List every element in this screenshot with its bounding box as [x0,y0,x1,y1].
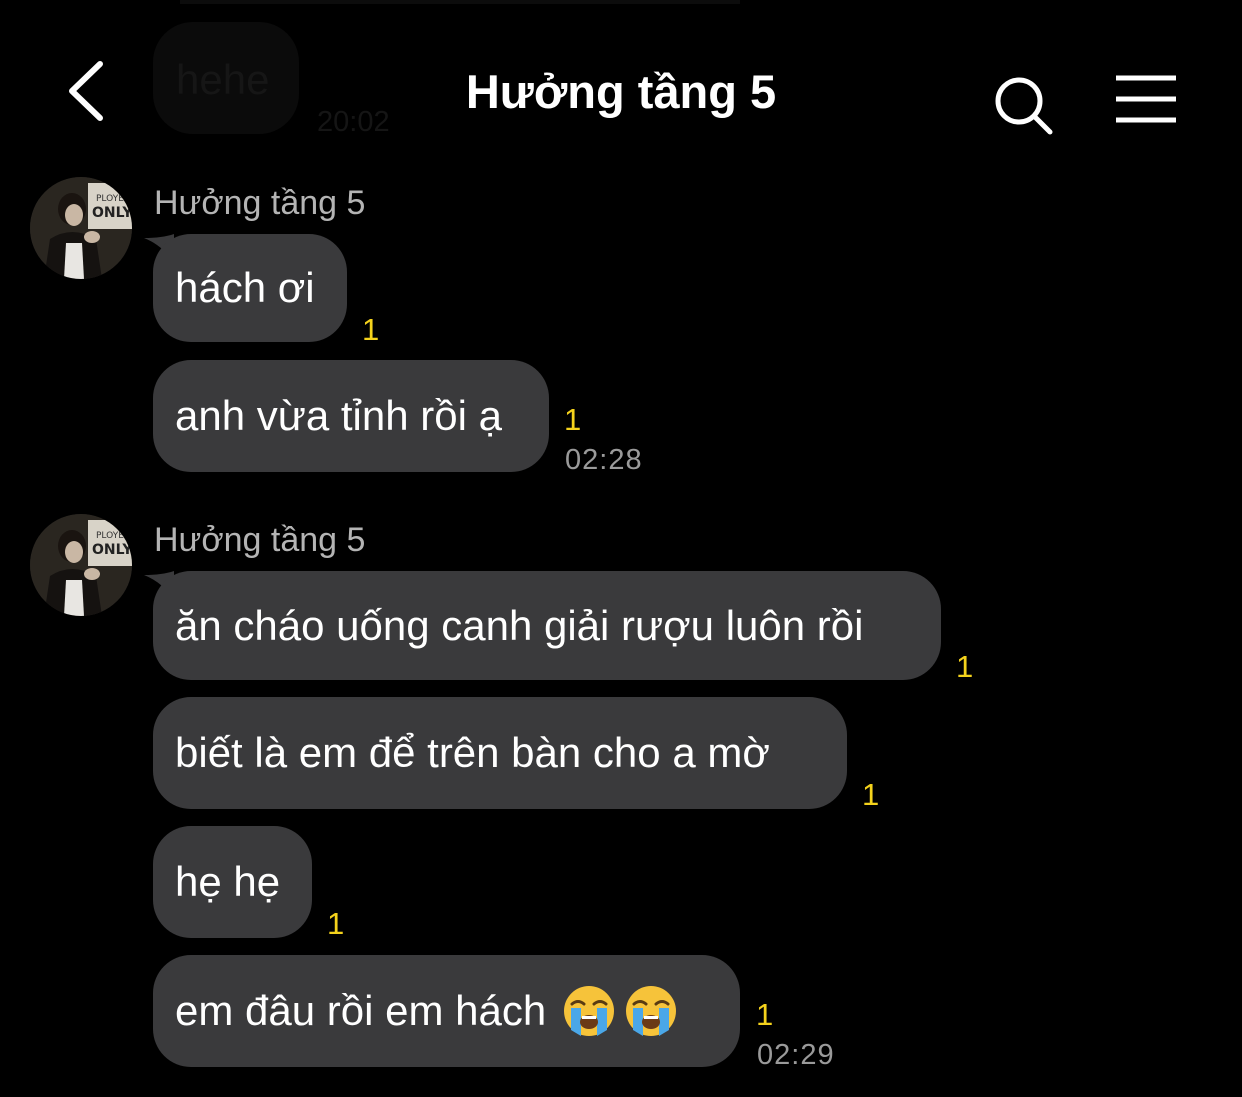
menu-button[interactable] [1110,74,1182,128]
search-icon [995,77,1053,135]
message-time: 02:29 [757,1039,835,1071]
message-bubble[interactable]: biết là em để trên bàn cho a mờ [153,697,847,809]
message-bubble[interactable]: anh vừa tỉnh rồi ạ [153,360,549,472]
loudly-crying-face-icon [626,986,677,1036]
unread-count: 1 [956,649,974,684]
avatar-sign-text: ONLY [92,205,132,221]
unread-count: 1 [362,312,380,347]
avatar-sign-small: PLOYEES [96,531,132,541]
message-bubble[interactable]: ăn cháo uống canh giải rượu luôn rồi [153,571,941,680]
message-text: ăn cháo uống canh giải rượu luôn rồi [175,601,864,649]
search-button[interactable] [990,72,1056,138]
message-time: 02:28 [565,444,643,476]
message-text: hẹ hẹ [175,858,281,905]
avatar[interactable]: PLOYEES ONLY [30,514,132,616]
message-bubble[interactable]: em đâu rồi em hách [153,955,740,1067]
sender-name: Hưởng tầng 5 [154,521,366,559]
unread-count: 1 [756,997,774,1032]
avatar-image: PLOYEES ONLY [30,177,132,279]
unread-count: 1 [862,777,880,812]
unread-count: 1 [564,402,582,437]
menu-icon [1116,75,1176,123]
message-bubble[interactable]: hách ơi [153,234,347,342]
faded-divider [180,0,740,4]
sender-name: Hưởng tầng 5 [154,184,366,222]
avatar-sign-small: PLOYEES [96,194,132,204]
avatar-sign-text: ONLY [92,542,132,558]
message-text: anh vừa tỉnh rồi ạ [175,392,502,439]
message-text: biết là em để trên bàn cho a mờ [175,729,770,776]
message-bubble[interactable]: hẹ hẹ [153,826,312,938]
avatar-image: PLOYEES ONLY [30,514,132,616]
unread-count: 1 [327,906,345,941]
avatar[interactable]: PLOYEES ONLY [30,177,132,279]
loudly-crying-face-icon [564,986,615,1036]
message-text: hách ơi [175,264,315,311]
message-text: em đâu rồi em hách [175,987,547,1034]
